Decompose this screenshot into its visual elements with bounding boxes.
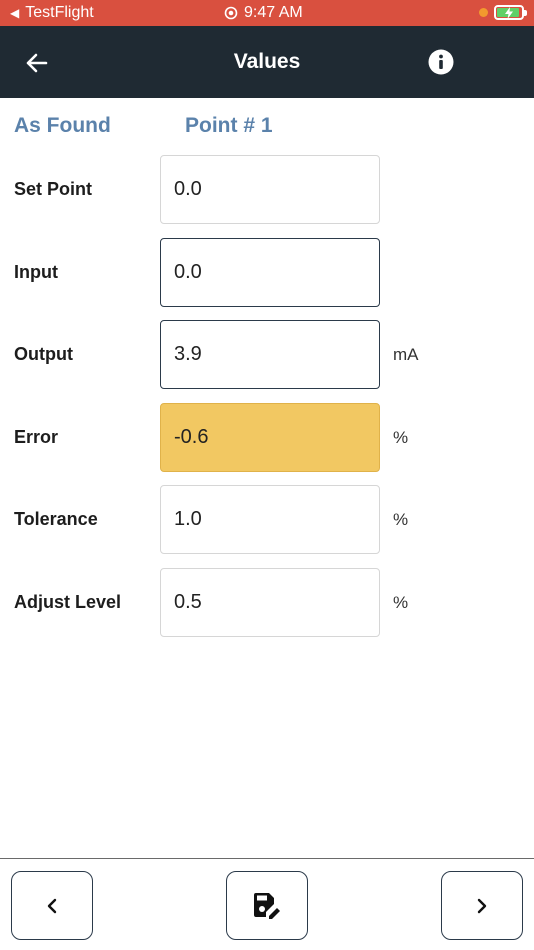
nav-bar: Values xyxy=(0,26,534,98)
row-output: Output 3.9 mA xyxy=(0,320,534,390)
section-as-found: As Found xyxy=(14,114,111,137)
status-time-group: 9:47 AM xyxy=(224,4,303,22)
set-point-field[interactable]: 0.0 xyxy=(160,155,380,224)
row-error: Error -0.6 % xyxy=(0,403,534,473)
error-unit: % xyxy=(393,428,409,447)
output-unit: mA xyxy=(393,345,419,364)
error-label: Error xyxy=(14,427,59,447)
bottom-toolbar xyxy=(0,858,534,950)
orientation-lock-icon xyxy=(224,6,238,20)
output-label: Output xyxy=(14,344,73,364)
mic-indicator-icon xyxy=(479,8,488,17)
status-time: 9:47 AM xyxy=(244,4,303,21)
status-bar: ◀ TestFlight 9:47 AM xyxy=(0,0,534,26)
tolerance-unit: % xyxy=(393,510,409,529)
back-triangle-icon: ◀ xyxy=(10,6,20,20)
row-input: Input 0.0 xyxy=(0,238,534,308)
input-field[interactable]: 0.0 xyxy=(160,238,380,307)
save-edit-icon xyxy=(254,892,280,919)
info-button[interactable] xyxy=(428,49,454,75)
info-icon xyxy=(428,49,454,75)
back-app-label: TestFlight xyxy=(25,4,94,21)
row-adjust-level: Adjust Level 0.5 % xyxy=(0,568,534,638)
previous-button[interactable] xyxy=(11,871,93,940)
battery-icon xyxy=(494,5,527,20)
adjust-level-unit: % xyxy=(393,593,409,612)
charging-bolt-icon xyxy=(505,7,513,19)
input-label: Input xyxy=(14,262,58,282)
chevron-right-icon xyxy=(477,898,487,913)
section-point-number: Point # 1 xyxy=(185,114,273,137)
adjust-level-label: Adjust Level xyxy=(14,592,122,612)
save-button[interactable] xyxy=(226,871,308,940)
set-point-label: Set Point xyxy=(14,179,93,199)
tolerance-field[interactable]: 1.0 xyxy=(160,485,380,554)
output-field[interactable]: 3.9 xyxy=(160,320,380,389)
values-screen: ◀ TestFlight 9:47 AM Values As Found Poi… xyxy=(0,0,534,950)
chevron-left-icon xyxy=(47,898,57,913)
row-set-point: Set Point 0.0 xyxy=(0,155,534,225)
next-button[interactable] xyxy=(441,871,523,940)
error-field: -0.6 xyxy=(160,403,380,472)
row-tolerance: Tolerance 1.0 % xyxy=(0,485,534,555)
status-indicators xyxy=(479,5,527,20)
back-to-app[interactable]: ◀ TestFlight xyxy=(10,4,94,22)
tolerance-label: Tolerance xyxy=(14,509,98,529)
adjust-level-field[interactable]: 0.5 xyxy=(160,568,380,637)
